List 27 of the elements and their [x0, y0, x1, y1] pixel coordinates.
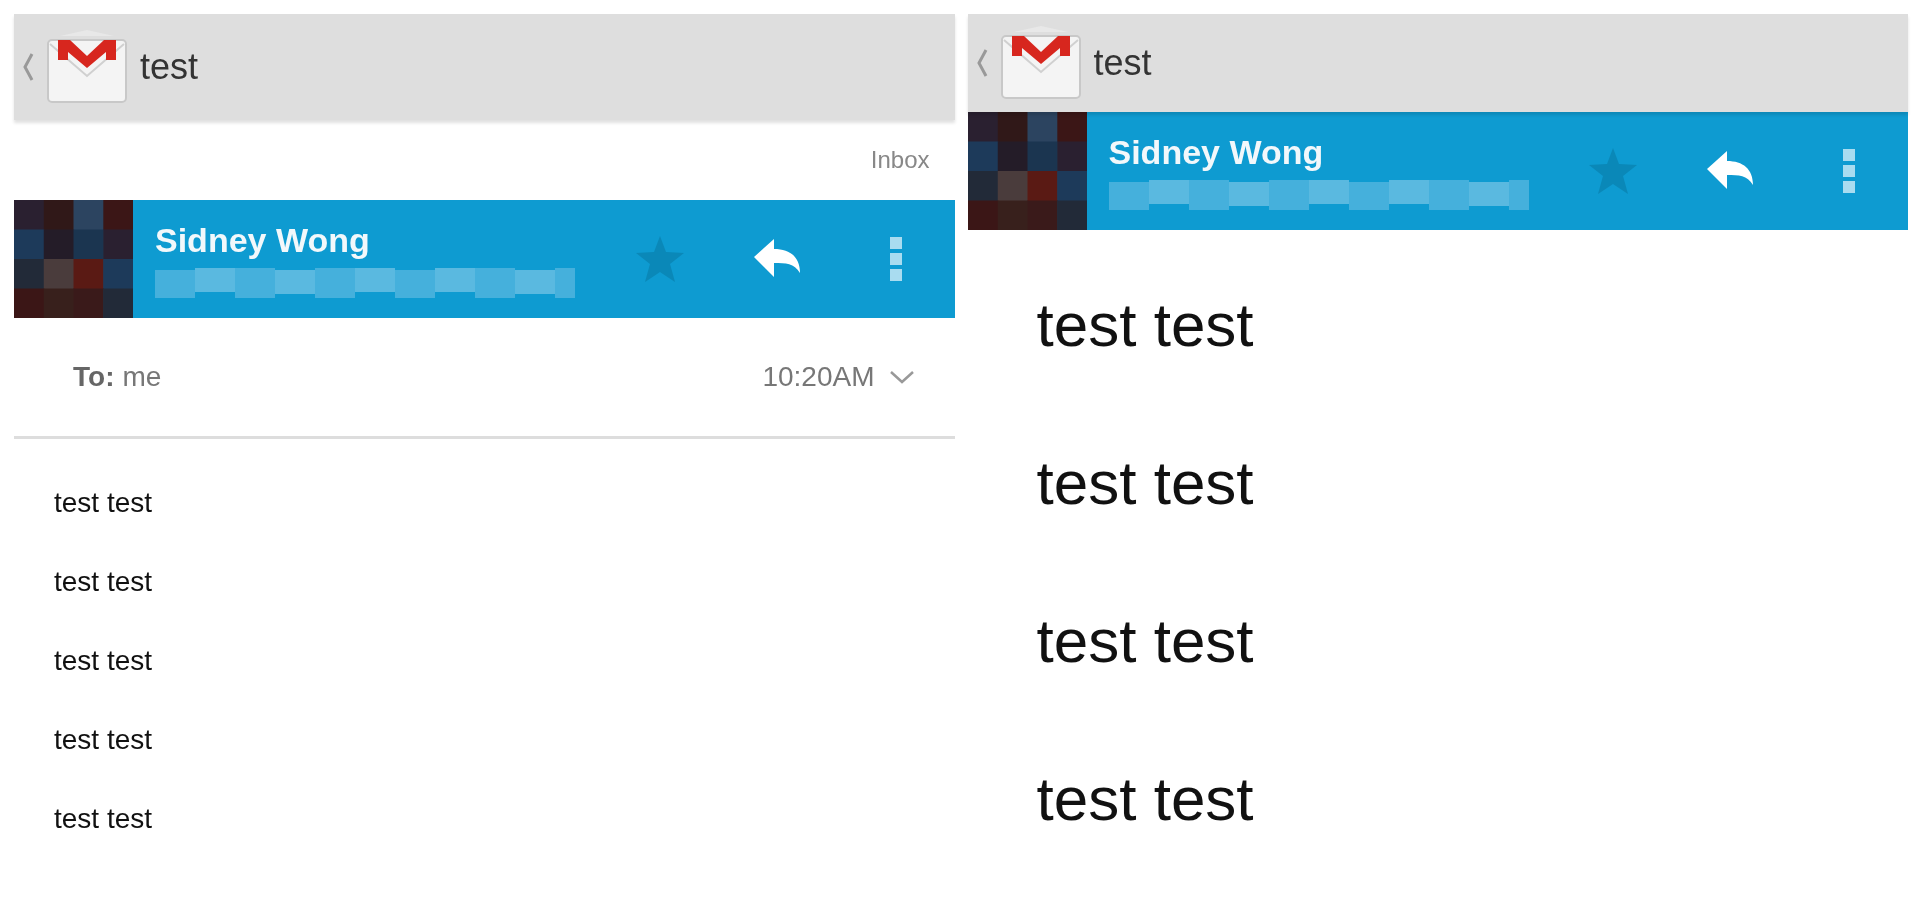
conversation-title: test [140, 46, 199, 88]
star-icon[interactable] [1589, 148, 1637, 194]
message-body-line: test test [54, 566, 153, 598]
sender-name: Sidney Wong [1108, 132, 1325, 172]
message-body-line: test test [1036, 606, 1254, 676]
overflow-menu-icon[interactable] [889, 237, 902, 281]
message-body-line: test test [1036, 764, 1254, 834]
message-body-line: test test [54, 724, 153, 756]
overflow-menu-icon[interactable] [1843, 149, 1855, 193]
message-time: 10:20AM [762, 361, 875, 393]
message-body-line: test test [54, 803, 153, 835]
folder-label: Inbox [870, 146, 930, 174]
message-body-line: test test [1036, 448, 1254, 518]
message-body-line: test test [1036, 290, 1254, 360]
back-chevron-icon[interactable] [22, 52, 34, 82]
chevron-down-icon[interactable] [888, 369, 915, 385]
conversation-title: test [1093, 42, 1152, 84]
recipient-label: To: [73, 361, 115, 393]
recipient-value: me [122, 361, 162, 393]
reply-icon[interactable] [1707, 151, 1755, 191]
back-chevron-icon[interactable] [975, 48, 988, 78]
message-body-line: test test [54, 645, 153, 677]
star-icon[interactable] [635, 236, 684, 282]
message-body-line: test test [54, 487, 153, 519]
reply-icon[interactable] [753, 239, 802, 279]
sender-name: Sidney Wong [155, 220, 371, 260]
gmail-envelope-icon[interactable] [44, 30, 130, 104]
